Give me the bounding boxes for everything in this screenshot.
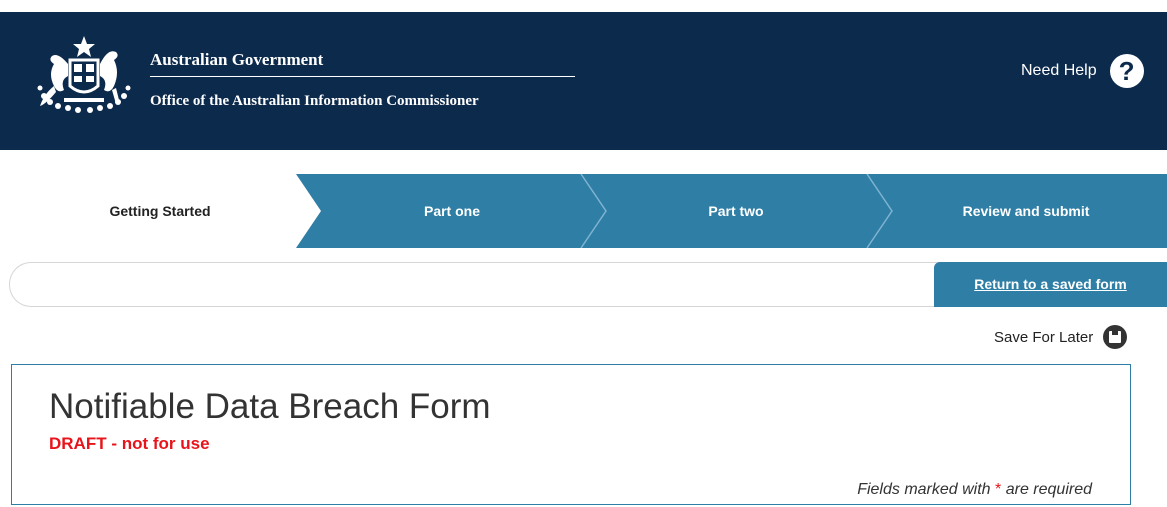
step-part-two[interactable]: Part two (593, 174, 879, 248)
progress-steps: Getting Started Part one Part two Review… (9, 174, 1167, 248)
header-divider (150, 76, 575, 77)
need-help-label: Need Help (1021, 62, 1097, 79)
step-review-and-submit[interactable]: Review and submit (885, 174, 1167, 248)
draft-notice: DRAFT - not for use (49, 434, 210, 453)
step-getting-started[interactable]: Getting Started (9, 174, 311, 248)
save-disk-icon[interactable] (1103, 325, 1128, 349)
required-note-prefix: Fields marked with (857, 481, 991, 498)
return-to-saved-form-tab[interactable]: Return to a saved form (934, 262, 1167, 307)
form-title: Notifiable Data Breach Form (49, 387, 491, 426)
coat-of-arms-logo (37, 36, 131, 113)
required-note-suffix: are required (1005, 481, 1092, 498)
gov-title: Australian Government (150, 50, 324, 69)
save-for-later-label: Save For Later (994, 328, 1094, 346)
save-for-later-button[interactable]: Save For Later (994, 325, 1128, 349)
required-fields-note: Fields marked with * are required (857, 481, 1092, 499)
site-header: Australian Government Office of the Aust… (0, 12, 1167, 150)
need-help-link[interactable]: Need Help ? (1021, 54, 1144, 88)
return-to-saved-form-link[interactable]: Return to a saved form (974, 276, 1126, 292)
help-icon[interactable]: ? (1109, 54, 1144, 88)
agency-name: Office of the Australian Information Com… (150, 93, 479, 109)
required-star: * (995, 481, 1002, 498)
step-part-one[interactable]: Part one (311, 174, 593, 248)
form-header-panel: Notifiable Data Breach Form DRAFT - not … (11, 364, 1131, 505)
